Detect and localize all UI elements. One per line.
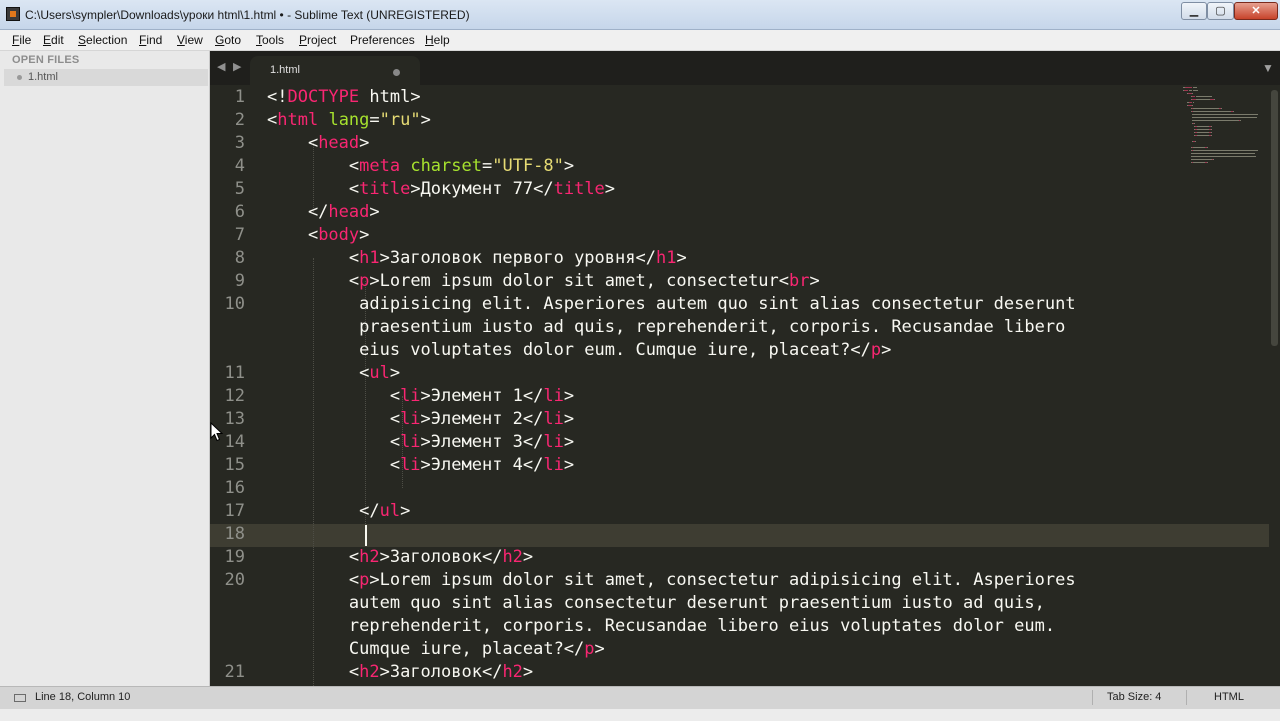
- code-line: <meta charset="UTF-8">: [267, 156, 575, 176]
- line-number: 1: [234, 87, 245, 107]
- code-line: <p>Lorem ipsum dolor sit amet, consectet…: [267, 570, 1076, 590]
- menu-edit[interactable]: Edit: [42, 32, 65, 48]
- line-number: 2: [234, 110, 245, 130]
- line-number: 5: [234, 179, 245, 199]
- sidebar-file-label: 1.html: [28, 71, 58, 83]
- menu-goto[interactable]: Goto: [214, 32, 242, 48]
- menu-tools[interactable]: Tools: [255, 32, 285, 48]
- code-line: <html lang="ru">: [267, 110, 431, 130]
- code-line: Cumque iure, placeat?</p>: [267, 639, 605, 659]
- code-line: <body>: [267, 225, 370, 245]
- current-line-highlight: [210, 524, 1280, 547]
- menu-file[interactable]: File: [11, 32, 32, 48]
- code-line: </ul>: [267, 501, 411, 521]
- line-number: 18: [224, 524, 245, 544]
- status-separator: [1092, 690, 1093, 705]
- line-number: 12: [224, 386, 245, 406]
- maximize-button[interactable]: ▢: [1207, 2, 1234, 20]
- menu-bar: File Edit Selection Find View Goto Tools Projec…: [0, 30, 1280, 51]
- line-number: 17: [224, 501, 245, 521]
- text-caret: [365, 525, 367, 546]
- panel-toggle-icon[interactable]: [14, 694, 26, 702]
- code-line: <li>Элемент 3</li>: [267, 432, 575, 452]
- code-line: <h2>Заголовок</h2>: [267, 547, 534, 567]
- tab-scroll-right-icon[interactable]: ▶: [233, 60, 241, 73]
- code-line: adipisicing elit. Asperiores autem quo s…: [267, 294, 1076, 314]
- code-line: praesentium iusto ad quis, reprehenderit…: [267, 317, 1066, 337]
- tab-size-selector[interactable]: Tab Size: 4: [1107, 691, 1161, 703]
- sidebar-file-item[interactable]: 1.html: [4, 69, 208, 86]
- unsaved-dot-icon[interactable]: [393, 69, 400, 76]
- code-line: <li>Элемент 2</li>: [267, 409, 575, 429]
- code-line: <h2>Заголовок</h2>: [267, 662, 534, 682]
- line-number: 15: [224, 455, 245, 475]
- line-number: 3: [234, 133, 245, 153]
- minimize-button[interactable]: ▁: [1181, 2, 1207, 20]
- line-number: 16: [224, 478, 245, 498]
- open-files-heading: OPEN FILES: [12, 54, 80, 66]
- line-number: 21: [224, 662, 245, 682]
- vertical-scrollbar[interactable]: [1269, 85, 1280, 686]
- status-separator: [1186, 690, 1187, 705]
- line-number: 20: [224, 570, 245, 590]
- menu-preferences[interactable]: Preferences: [349, 32, 416, 48]
- menu-find[interactable]: Find: [138, 32, 163, 48]
- menu-selection[interactable]: Selection: [77, 32, 128, 48]
- code-line: <li>Элемент 4</li>: [267, 455, 575, 475]
- tab-scroll-left-icon[interactable]: ◀: [217, 60, 225, 73]
- window-title-bar: C:\Users\sympler\Downloads\уроки html\1.…: [0, 0, 1280, 30]
- code-line: eius voluptates dolor eum. Cumque iure, …: [267, 340, 892, 360]
- mouse-pointer-icon: [210, 422, 224, 442]
- line-number: 6: [234, 202, 245, 222]
- code-line: <h1>Заголовок первого уровня</h1>: [267, 248, 687, 268]
- code-line: </head>: [267, 202, 380, 222]
- code-line: <head>: [267, 133, 370, 153]
- minimap[interactable]: [1183, 85, 1268, 165]
- code-editor[interactable]: 1 2 3 4 5 6 7 8 9 10 11 12 13 14 15 16 17 18 19 20 21 <!DOCTY…: [210, 85, 1280, 686]
- code-line: <title>Документ 77</title>: [267, 179, 616, 199]
- code-line: autem quo sint alias consectetur deserun…: [267, 593, 1045, 613]
- window-bottom-edge: [0, 709, 1280, 721]
- cursor-position: Line 18, Column 10: [35, 691, 131, 703]
- code-line: <li>Элемент 1</li>: [267, 386, 575, 406]
- sidebar: OPEN FILES 1.html: [0, 51, 210, 686]
- menu-view[interactable]: View: [176, 32, 204, 48]
- line-number: 19: [224, 547, 245, 567]
- line-number: 11: [224, 363, 245, 383]
- line-number: 8: [234, 248, 245, 268]
- file-bullet-icon: [17, 75, 22, 80]
- code-line: <!DOCTYPE html>: [267, 87, 421, 107]
- status-bar: Line 18, Column 10 Tab Size: 4 HTML: [0, 686, 1280, 721]
- line-number: 9: [234, 271, 245, 291]
- code-line: <ul>: [267, 363, 401, 383]
- tab-label: 1.html: [270, 64, 300, 76]
- sublime-app-icon: [6, 7, 20, 21]
- code-line: <p>Lorem ipsum dolor sit amet, consectet…: [267, 271, 820, 291]
- close-button[interactable]: ✕: [1234, 2, 1278, 20]
- tab-menu-chevron-down-icon[interactable]: ▼: [1262, 61, 1274, 75]
- window-title: C:\Users\sympler\Downloads\уроки html\1.…: [25, 8, 470, 22]
- code-line: reprehenderit, corporis. Recusandae libe…: [267, 616, 1056, 636]
- menu-project[interactable]: Project: [298, 32, 337, 48]
- menu-help[interactable]: Help: [424, 32, 451, 48]
- line-number: 4: [234, 156, 245, 176]
- line-number: 7: [234, 225, 245, 245]
- scrollbar-thumb[interactable]: [1271, 90, 1278, 346]
- syntax-selector[interactable]: HTML: [1214, 691, 1244, 703]
- line-number: 10: [224, 294, 245, 314]
- tab-bar: ◀ ▶ 1.html ▼: [210, 51, 1280, 85]
- tab-1-html[interactable]: 1.html: [250, 56, 420, 85]
